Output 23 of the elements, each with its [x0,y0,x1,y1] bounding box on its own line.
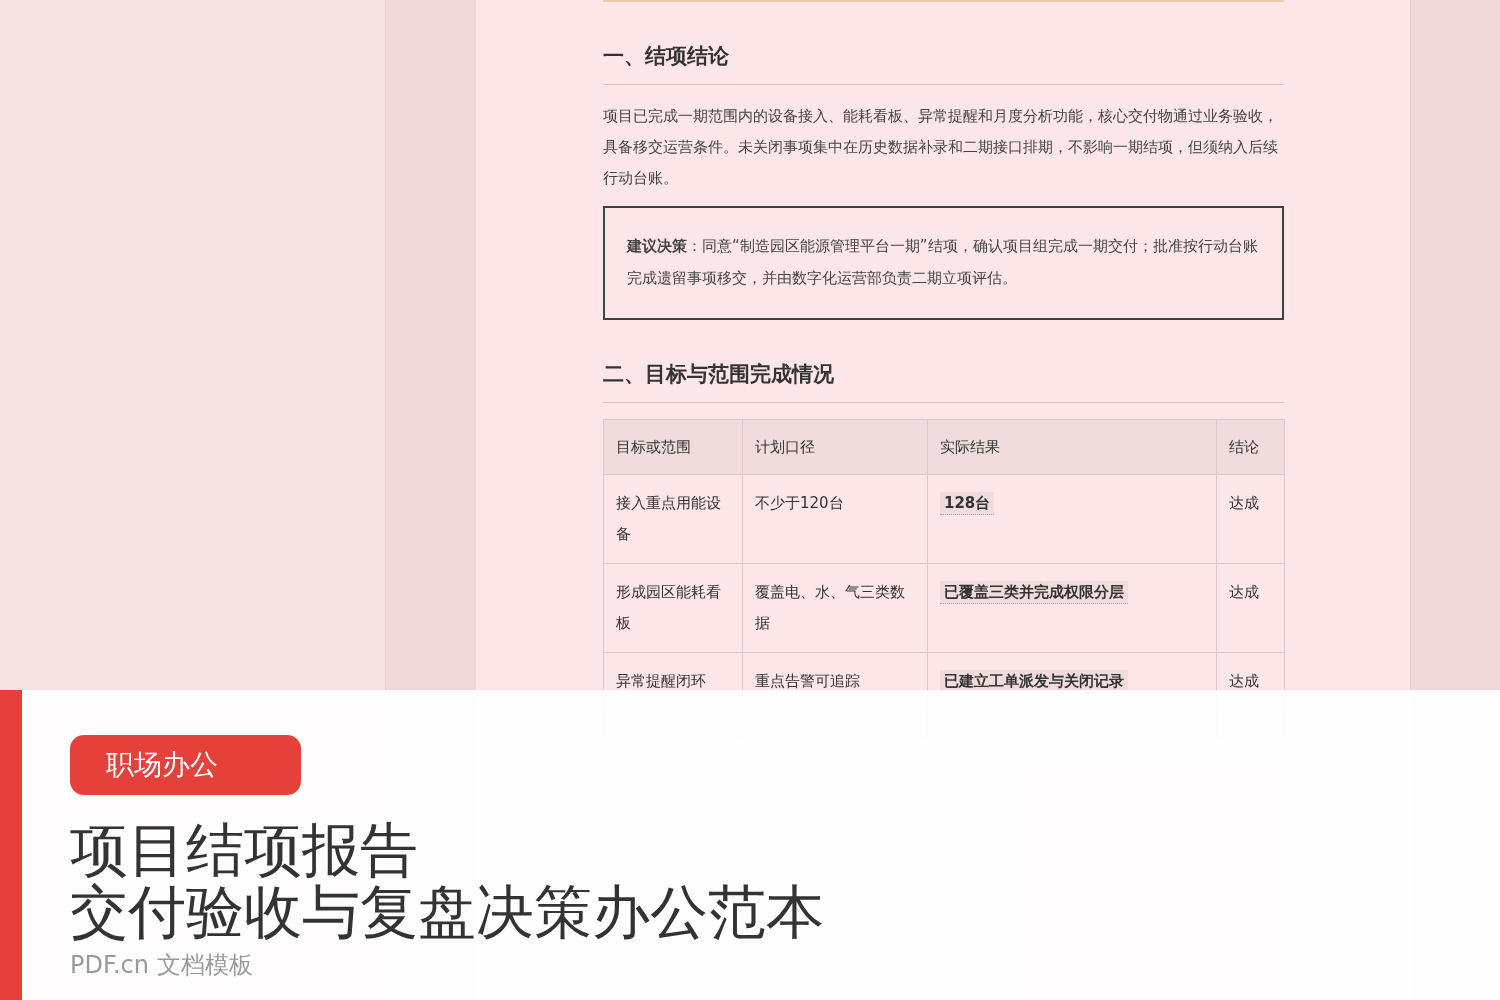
column-header: 实际结果 [927,419,1217,475]
table-cell: 已覆盖三类并完成权限分层 [940,581,1128,604]
table-cell: 不少于120台 [755,494,844,512]
section-heading: 二、目标与范围完成情况 [603,360,1284,403]
section-heading: 一、结项结论 [603,42,1284,85]
banner-title: 项目结项报告 [70,819,419,881]
table-cell: 达成 [1229,494,1259,512]
table-cell: 重点告警可追踪 [755,672,860,690]
table-cell: 达成 [1229,672,1259,690]
table-cell: 达成 [1229,583,1259,601]
table-cell: 接入重点用能设备 [616,494,721,543]
table-cell: 异常提醒闭环 [616,672,706,690]
table-cell: 形成园区能耗看板 [616,583,721,632]
table-cell: 128台 [940,492,995,515]
column-header: 结论 [1216,419,1285,475]
banner-title: 交付验收与复盘决策办公范本 [70,881,824,943]
column-header: 目标或范围 [603,419,743,475]
banner-subtitle: PDF.cn 文档模板 [70,950,253,981]
table-cell: 覆盖电、水、气三类数据 [755,583,905,632]
category-tag: 职场办公 [70,735,301,795]
paragraph: 项目已完成一期范围内的设备接入、能耗看板、异常提醒和月度分析功能，核心交付物通过业务验收，具备移交运营条件。未关闭事项集中在历史数据补录和二期接口排期，不影响一期结项，但须纳入后续行动台账。 [603,106,1279,189]
decision-text: 建议决策：同意“制造园区能源管理平台一期”结项，确认项目组完成一期交付；批准按行动台账完成遗留事项移交，并由数字化运营部负责二期立项评估。 [627,236,1259,289]
column-header: 计划口径 [742,419,928,475]
